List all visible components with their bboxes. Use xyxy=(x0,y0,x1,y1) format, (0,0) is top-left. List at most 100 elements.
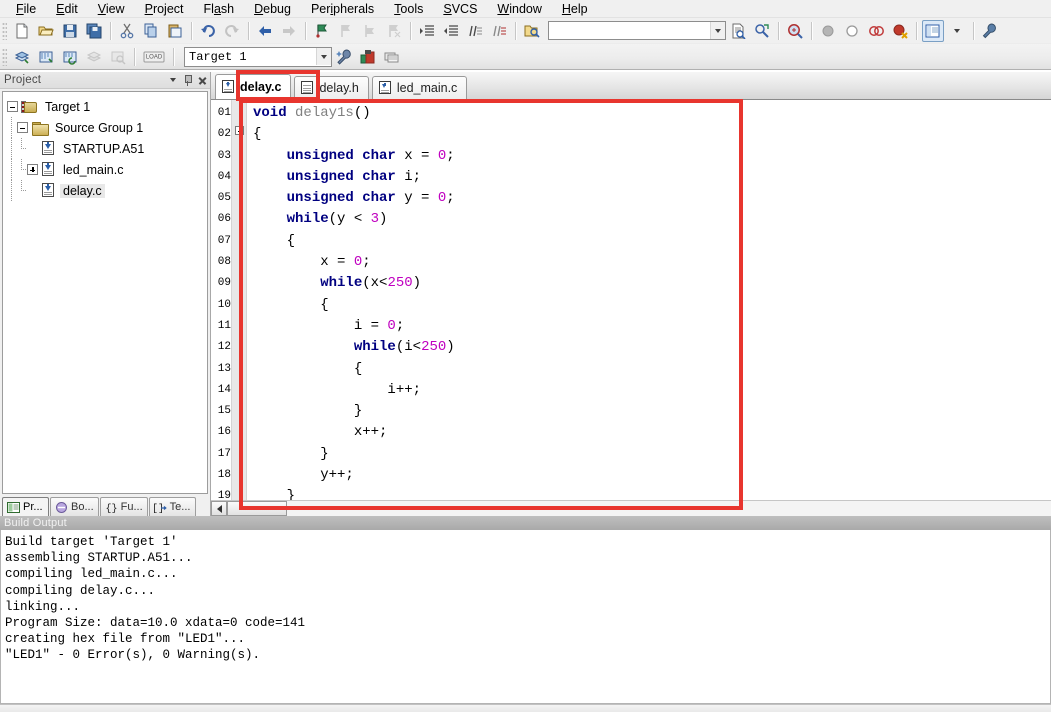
editor-tab-delay-c[interactable]: delay.c xyxy=(215,74,292,99)
expander-minus-icon[interactable] xyxy=(7,101,18,112)
load-icon[interactable]: LOAD xyxy=(140,46,168,68)
code-folding-margin[interactable] xyxy=(231,100,247,500)
window-layout-icon[interactable] xyxy=(922,19,944,42)
tab-project[interactable]: Pr... xyxy=(2,497,49,516)
menu-edit[interactable]: Edit xyxy=(46,1,88,17)
panel-close-icon[interactable] xyxy=(195,73,210,88)
menu-flash[interactable]: Flash xyxy=(194,1,245,17)
breakpoint-disable-all-icon[interactable] xyxy=(865,20,887,42)
fold-collapse-icon[interactable] xyxy=(235,126,244,135)
tab-functions[interactable]: {} Fu... xyxy=(99,497,148,516)
rebuild-icon[interactable] xyxy=(59,46,81,68)
tree-connector xyxy=(7,159,17,180)
bookmark-clear-icon[interactable] xyxy=(383,20,405,42)
layout-dropdown-arrow[interactable] xyxy=(946,20,968,42)
batch-build-icon[interactable] xyxy=(83,46,105,68)
tree-connector xyxy=(7,138,17,159)
project-panel: Project Target 1 Source Group 1 STARTUP.… xyxy=(0,72,211,516)
incremental-find-icon[interactable] xyxy=(751,20,773,42)
menubar: File Edit View Project Flash Debug Perip… xyxy=(0,0,1051,18)
new-file-icon[interactable] xyxy=(11,20,33,42)
tab-books[interactable]: Bo... xyxy=(50,497,99,516)
indent-left-icon[interactable] xyxy=(440,20,462,42)
tree-connector xyxy=(17,138,27,159)
find-in-files-icon[interactable] xyxy=(727,20,749,42)
browse-symbol-icon[interactable] xyxy=(784,20,806,42)
code-line: unsigned char y = 0; xyxy=(286,190,455,207)
stop-build-icon[interactable] xyxy=(107,46,129,68)
code-line: { xyxy=(253,296,329,313)
uncomment-icon[interactable] xyxy=(488,20,510,42)
bookmark-next-icon[interactable] xyxy=(359,20,381,42)
save-icon[interactable] xyxy=(59,20,81,42)
breakpoint-disable-icon[interactable] xyxy=(841,20,863,42)
find-dropdown-arrow[interactable] xyxy=(710,22,725,39)
scroll-left-button[interactable] xyxy=(211,501,227,516)
h-file-icon xyxy=(301,81,314,95)
configure-icon[interactable] xyxy=(979,20,1001,42)
find-combo[interactable] xyxy=(548,21,726,40)
panel-menu-icon[interactable] xyxy=(165,73,180,88)
save-all-icon[interactable] xyxy=(83,20,105,42)
menu-file[interactable]: File xyxy=(6,1,46,17)
scrollbar-track[interactable] xyxy=(287,501,1051,516)
menu-peripherals[interactable]: Peripherals xyxy=(301,1,384,17)
toolbar-grip[interactable] xyxy=(2,21,7,40)
navigate-back-icon[interactable] xyxy=(254,20,276,42)
target-combo[interactable]: Target 1 xyxy=(184,46,332,67)
editor-tab-delay-h[interactable]: delay.h xyxy=(294,76,369,99)
code-line: while(i<250) xyxy=(353,339,455,356)
expander-minus-icon[interactable] xyxy=(17,122,28,133)
scrollbar-thumb[interactable] xyxy=(227,501,287,516)
editor-tab-led-main-c[interactable]: led_main.c xyxy=(371,76,468,99)
tree-item-target[interactable]: Target 1 xyxy=(3,96,207,117)
tree-item-led-main-c[interactable]: led_main.c xyxy=(3,159,207,180)
bookmark-prev-icon[interactable] xyxy=(335,20,357,42)
editor-horizontal-scrollbar[interactable] xyxy=(211,500,1051,516)
paste-icon[interactable] xyxy=(164,20,186,42)
code-editor[interactable]: 01 02 03 04 05 06 07 08 09 10 11 12 13 14 15 16 17 18 19 v… xyxy=(211,100,1051,500)
redo-icon[interactable] xyxy=(221,20,243,42)
tree-item-label: Target 1 xyxy=(45,99,91,114)
tree-connector xyxy=(7,117,17,138)
cut-icon[interactable] xyxy=(116,20,138,42)
tree-item-startup-a51[interactable]: STARTUP.A51 xyxy=(3,138,207,159)
build-icon[interactable] xyxy=(35,46,57,68)
target-dropdown-arrow[interactable] xyxy=(316,48,331,65)
menu-project[interactable]: Project xyxy=(135,1,194,17)
toolbar-grip[interactable] xyxy=(2,47,7,66)
options-target-icon[interactable] xyxy=(333,46,355,68)
line-number: 18 xyxy=(217,469,231,482)
open-file-icon[interactable] xyxy=(35,20,57,42)
open-document-icon[interactable] xyxy=(521,20,543,42)
comment-icon[interactable] xyxy=(464,20,486,42)
line-number: 14 xyxy=(217,383,231,396)
bookmark-toggle-icon[interactable] xyxy=(311,20,333,42)
menu-window[interactable]: Window xyxy=(487,1,551,17)
fold-range-line xyxy=(239,136,240,486)
panel-pin-icon[interactable] xyxy=(180,73,195,88)
toolbar-separator xyxy=(110,21,111,40)
tree-item-delay-c[interactable]: delay.c xyxy=(3,180,207,201)
menu-svcs[interactable]: SVCS xyxy=(433,1,487,17)
copy-icon[interactable] xyxy=(140,20,162,42)
menu-view[interactable]: View xyxy=(88,1,135,17)
project-tree[interactable]: Target 1 Source Group 1 STARTUP.A51 led_… xyxy=(2,91,208,494)
pin-icon xyxy=(183,74,192,86)
expander-plus-icon[interactable] xyxy=(27,164,38,175)
menu-help[interactable]: Help xyxy=(552,1,598,17)
multi-project-icon[interactable] xyxy=(381,46,403,68)
code-line: i++; xyxy=(253,381,422,398)
menu-tools[interactable]: Tools xyxy=(384,1,433,17)
source-code-text[interactable]: void delay1s() { unsigned char x = 0; uns… xyxy=(247,100,1051,500)
tab-templates[interactable]: [] Te... xyxy=(148,497,196,516)
translate-icon[interactable] xyxy=(11,46,33,68)
manage-project-icon[interactable] xyxy=(357,46,379,68)
breakpoint-insert-icon[interactable] xyxy=(817,20,839,42)
indent-right-icon[interactable] xyxy=(416,20,438,42)
navigate-forward-icon[interactable] xyxy=(278,20,300,42)
undo-icon[interactable] xyxy=(197,20,219,42)
tree-item-source-group[interactable]: Source Group 1 xyxy=(3,117,207,138)
breakpoint-kill-all-icon[interactable] xyxy=(889,20,911,42)
menu-debug[interactable]: Debug xyxy=(244,1,301,17)
